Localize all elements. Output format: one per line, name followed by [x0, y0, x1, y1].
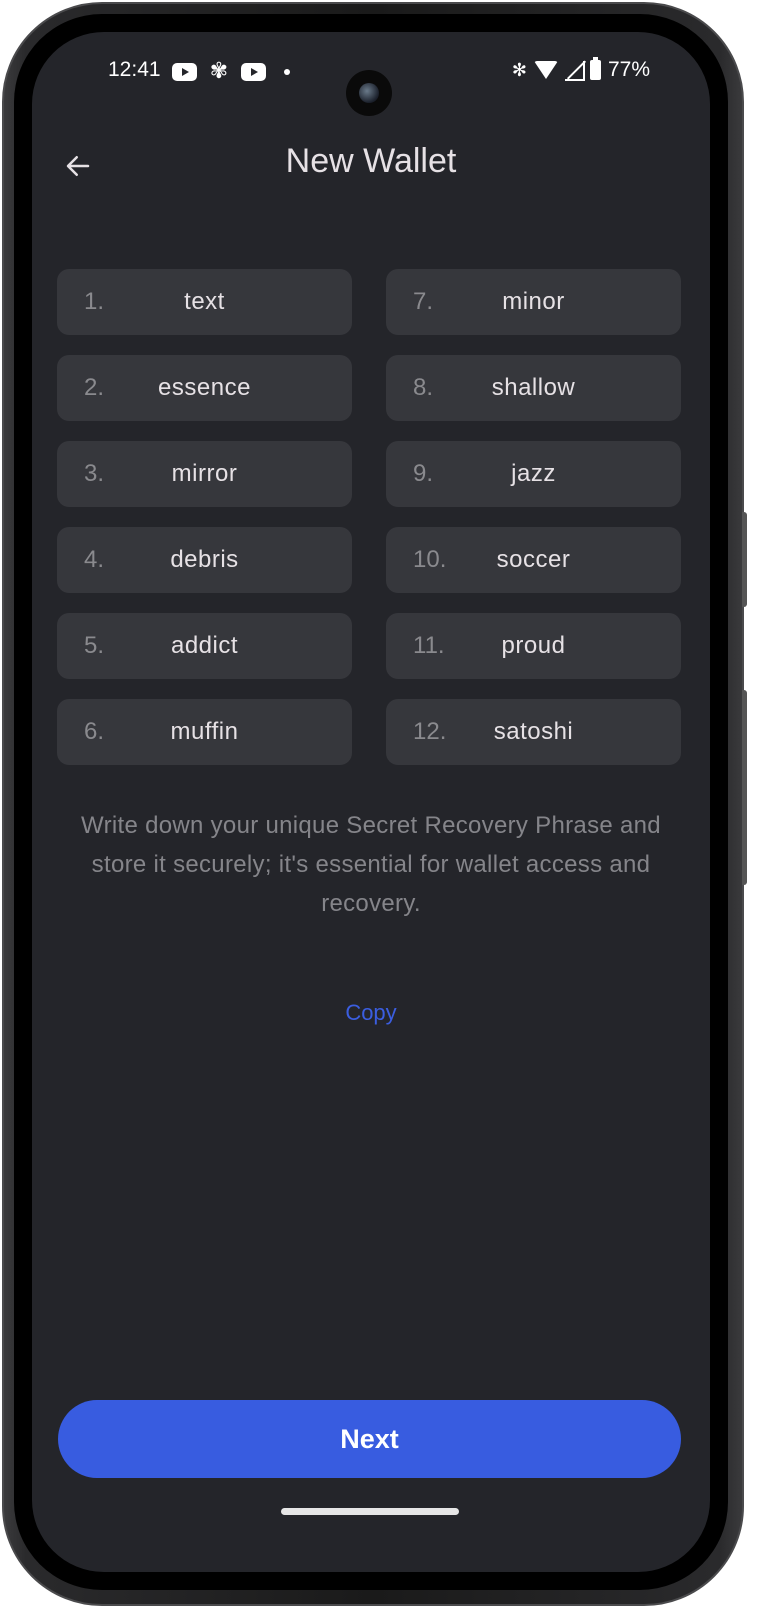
- pinwheel-icon: ✾: [209, 58, 229, 83]
- bluetooth-icon: ✻: [511, 59, 527, 80]
- phrase-word: addict: [170, 632, 239, 659]
- phrase-word-card: 6. muffin: [57, 699, 352, 765]
- phrase-word: text: [184, 288, 225, 315]
- phrase-word: muffin: [170, 718, 239, 745]
- screen: 12:41 ✾ ✻ 77% New Wallet 1. text 7. minor 2.…: [32, 32, 710, 1572]
- status-bar: 12:41 ✾ ✻ 77%: [32, 56, 710, 116]
- phrase-word-card: 1. text: [57, 269, 352, 335]
- phrase-word: essence: [158, 374, 251, 401]
- cell-signal-icon: [564, 61, 585, 81]
- phrase-word: jazz: [511, 460, 556, 487]
- notification-dot-icon: [284, 69, 290, 75]
- phrase-word-card: 4. debris: [57, 527, 352, 593]
- phrase-word: debris: [170, 546, 239, 573]
- phrase-word-card: 12. satoshi: [386, 699, 681, 765]
- system-icons: ✻ 77%: [511, 57, 650, 82]
- phrase-word: soccer: [496, 546, 571, 573]
- battery-icon: [589, 57, 601, 80]
- phrase-word-card: 11. proud: [386, 613, 681, 679]
- page-title: New Wallet: [285, 142, 457, 180]
- phrase-word-card: 8. shallow: [386, 355, 681, 421]
- power-button: [742, 512, 747, 607]
- recovery-hint-text: Write down your unique Secret Recovery P…: [81, 812, 661, 917]
- phrase-word: minor: [502, 288, 565, 315]
- phrase-word: proud: [501, 632, 566, 659]
- wifi-icon: [533, 61, 558, 79]
- notification-icons: ✾: [172, 60, 290, 84]
- home-indicator[interactable]: [281, 1508, 459, 1515]
- next-button[interactable]: Next: [58, 1400, 681, 1478]
- phrase-word: satoshi: [493, 718, 574, 745]
- phrase-word: mirror: [171, 460, 238, 487]
- copy-button[interactable]: Copy: [32, 1000, 710, 1026]
- phrase-word-card: 3. mirror: [57, 441, 352, 507]
- phrase-word-card: 5. addict: [57, 613, 352, 679]
- battery-percent: 77%: [607, 58, 650, 81]
- status-time: 12:41: [108, 58, 161, 81]
- volume-button: [742, 690, 747, 885]
- phrase-word: shallow: [491, 374, 576, 401]
- youtube-icon: [241, 63, 266, 81]
- app-header: New Wallet: [32, 132, 710, 196]
- youtube-icon: [172, 63, 197, 81]
- phrase-word-card: 2. essence: [57, 355, 352, 421]
- front-camera: [346, 70, 392, 116]
- phrase-word-card: 7. minor: [386, 269, 681, 335]
- phrase-word-card: 10. soccer: [386, 527, 681, 593]
- phrase-word-card: 9. jazz: [386, 441, 681, 507]
- recovery-phrase-grid: 1. text 7. minor 2. essence 8. shallow 3. mirror 9…: [57, 269, 681, 765]
